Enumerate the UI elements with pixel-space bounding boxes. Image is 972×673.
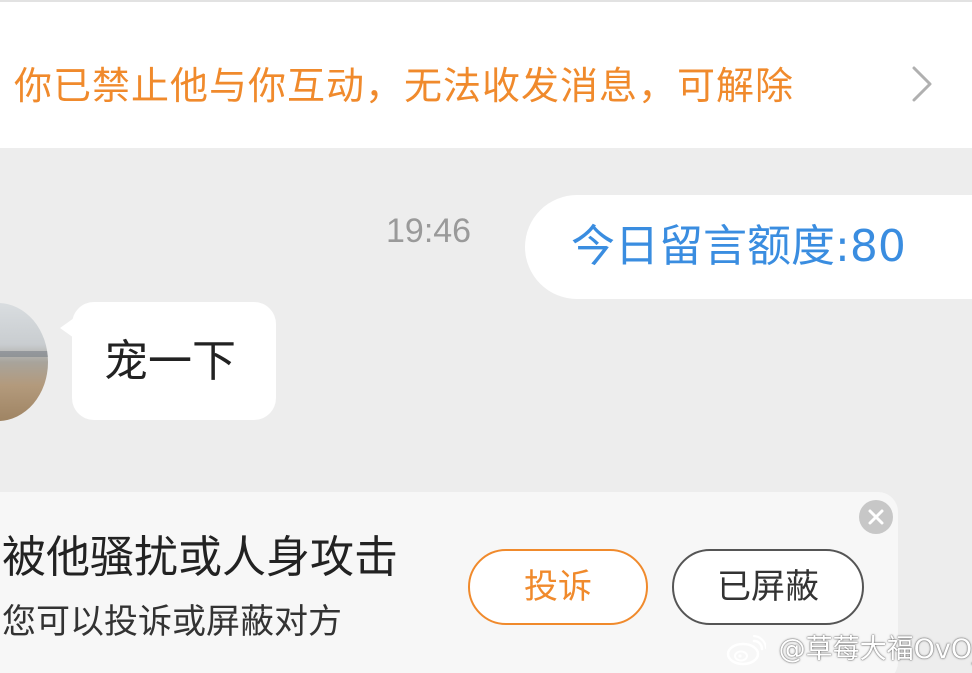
chat-screen: 你已禁止他与你互动，无法收发消息，可解除 19:46 今日留言额度:80 宠一下… [0,0,972,673]
watermark: @草莓大福OvO_ [726,630,972,670]
interaction-blocked-notice[interactable]: 你已禁止他与你互动，无法收发消息，可解除 [0,0,972,148]
notice-text: 你已禁止他与你互动，无法收发消息，可解除 [14,64,795,108]
outgoing-message-text: 今日留言额度:80 [571,221,906,272]
chevron-right-icon [902,64,942,104]
incoming-message-bubble[interactable]: 宠一下 [60,302,276,420]
report-card-subtitle: 您可以投诉或屏蔽对方 [2,602,342,642]
message-timestamp: 19:46 [386,212,472,250]
blocked-button[interactable]: 已屏蔽 [672,549,864,625]
avatar[interactable] [0,303,48,421]
report-card-title: 被他骚扰或人身攻击 [2,532,398,583]
watermark-text: @草莓大福OvO_ [778,634,972,665]
incoming-message-text: 宠一下 [104,336,236,387]
weibo-logo-icon [726,634,768,665]
close-icon[interactable] [859,500,893,534]
outgoing-message-bubble[interactable]: 今日留言额度:80 [525,195,972,299]
bubble-tail [60,318,74,338]
report-button[interactable]: 投诉 [468,549,648,625]
avatar-photo [0,351,48,357]
